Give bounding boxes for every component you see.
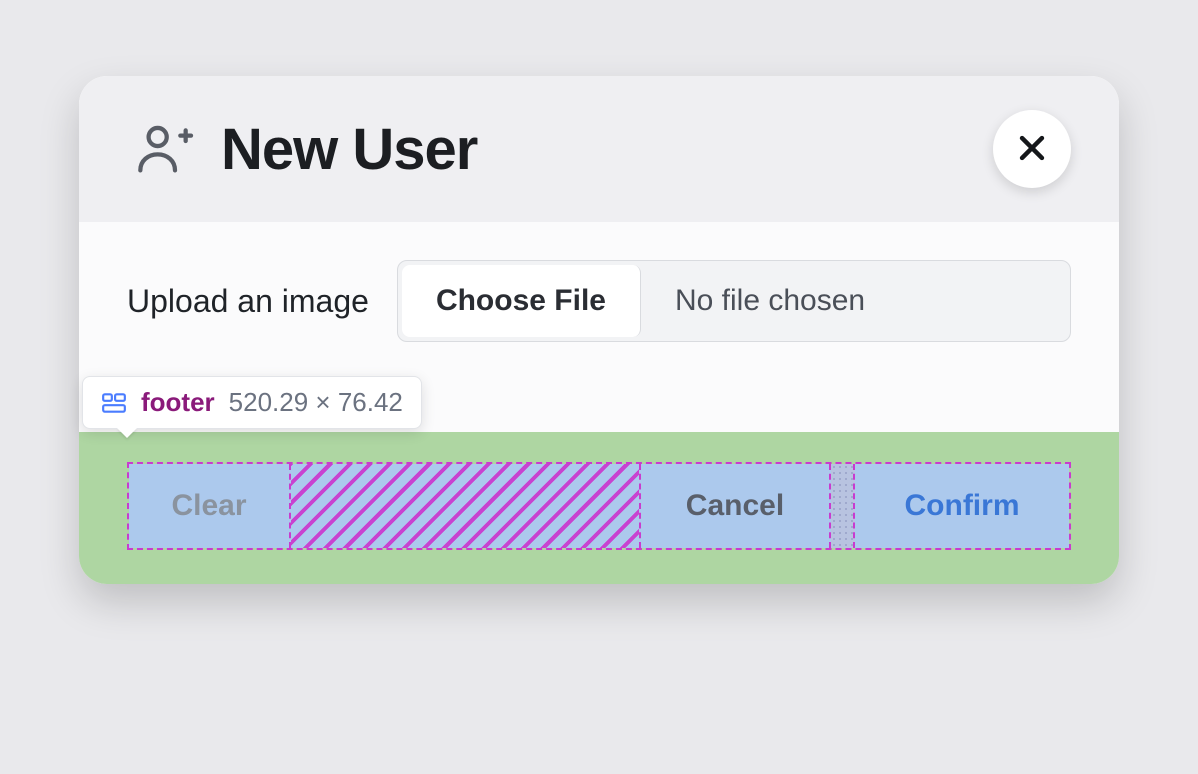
clear-button[interactable]: Clear — [129, 464, 291, 548]
devtools-tooltip: footer 520.29 × 76.42 — [82, 376, 422, 429]
cancel-button[interactable]: Cancel — [641, 464, 831, 548]
dialog-header: New User — [79, 76, 1119, 222]
choose-file-button[interactable]: Choose File — [402, 265, 641, 337]
file-input[interactable]: Choose File No file chosen — [397, 260, 1071, 342]
footer-flex-inspection: Clear Cancel Confirm — [127, 462, 1071, 550]
close-icon — [1015, 131, 1049, 168]
tooltip-pointer — [117, 428, 137, 438]
confirm-button[interactable]: Confirm — [855, 464, 1069, 548]
flex-icon — [101, 390, 127, 416]
new-user-dialog: New User Upload an image Choose File No … — [79, 76, 1119, 584]
user-plus-icon — [127, 113, 199, 185]
dialog-footer: Clear Cancel Confirm — [79, 432, 1119, 584]
upload-label: Upload an image — [127, 283, 369, 320]
dialog-title: New User — [221, 116, 477, 183]
confirm-button-label: Confirm — [905, 489, 1020, 523]
clear-button-label: Clear — [171, 489, 246, 523]
flex-spacer-highlight — [291, 464, 641, 548]
file-status-text: No file chosen — [645, 261, 1070, 341]
devtools-dimensions: 520.29 × 76.42 — [229, 387, 403, 418]
close-button[interactable] — [993, 110, 1071, 188]
flex-gap-highlight — [831, 464, 855, 548]
devtools-element-name: footer — [141, 387, 215, 418]
cancel-button-label: Cancel — [686, 489, 784, 523]
